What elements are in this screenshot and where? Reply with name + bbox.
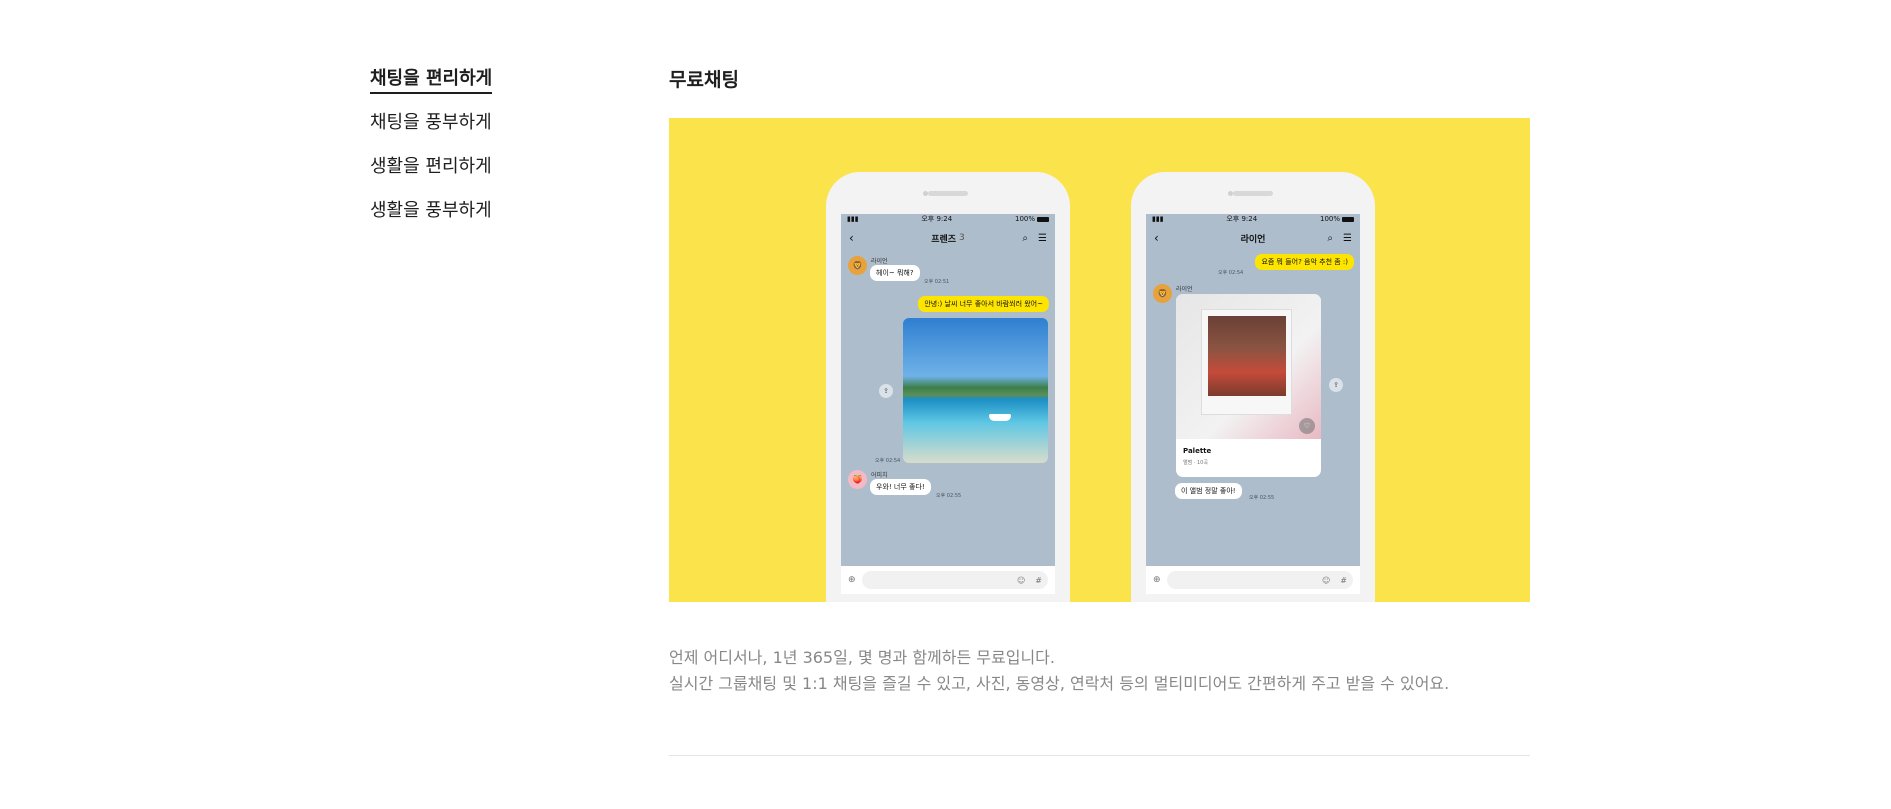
divider <box>669 755 1530 756</box>
header-actions: ⌕ ☰ <box>1022 233 1047 244</box>
phone-mockup-group-chat: ▮▮▮ 오후 9:24 100% ‹ 프렌즈 3 ⌕ ☰ 🦁 라이언 헤이~ 뭐… <box>826 172 1070 602</box>
shared-photo[interactable] <box>903 318 1048 463</box>
chat-input-bar: ⊕ ☺ # <box>841 566 1055 594</box>
sender-name: 라이언 <box>1176 286 1193 293</box>
speaker-grille <box>928 191 968 196</box>
message-bubble[interactable]: 우와! 너무 좋다! <box>870 479 931 495</box>
like-icon[interactable]: ♡ <box>1299 418 1315 434</box>
main-content: 무료채팅 ▮▮▮ 오후 9:24 100% ‹ 프렌즈 3 ⌕ ☰ 🦁 라이언 … <box>669 68 1530 602</box>
description-line: 언제 어디서나, 1년 365일, 몇 명과 함께하든 무료입니다. <box>669 648 1055 667</box>
nav-item-life-rich[interactable]: 생활을 풍부하게 <box>370 200 570 222</box>
section-description: 언제 어디서나, 1년 365일, 몇 명과 함께하든 무료입니다. 실시간 그… <box>669 645 1530 697</box>
status-bar: ▮▮▮ 오후 9:24 100% <box>1146 214 1360 224</box>
back-icon[interactable]: ‹ <box>849 231 854 245</box>
chat-header: ‹ 프렌즈 3 ⌕ ☰ <box>841 228 1055 248</box>
message-time: 오후 02:55 <box>936 493 962 499</box>
speaker-grille <box>1233 191 1273 196</box>
section-title: 무료채팅 <box>669 69 739 91</box>
nav-item-life-convenient[interactable]: 생활을 편리하게 <box>370 156 570 178</box>
emoji-icon[interactable]: ☺ <box>1322 576 1330 585</box>
phone-mockup-private-chat: ▮▮▮ 오후 9:24 100% ‹ 라이언 ⌕ ☰ 요즘 뭐 들어? 음악 추… <box>1131 172 1375 602</box>
share-icon[interactable]: ⇪ <box>879 384 893 398</box>
avatar-apeach[interactable]: 🍑 <box>848 470 867 489</box>
message-time: 오후 02:54 <box>1218 270 1244 276</box>
phone-screen: ▮▮▮ 오후 9:24 100% ‹ 프렌즈 3 ⌕ ☰ 🦁 라이언 헤이~ 뭐… <box>841 214 1055 594</box>
message-bubble-mine[interactable]: 안녕:) 날씨 너무 좋아서 바람쐬러 왔어~ <box>918 296 1049 312</box>
phone-screen: ▮▮▮ 오후 9:24 100% ‹ 라이언 ⌕ ☰ 요즘 뭐 들어? 음악 추… <box>1146 214 1360 594</box>
sender-name: 어피치 <box>871 472 888 479</box>
search-icon[interactable]: ⌕ <box>1327 233 1333 244</box>
album-meta: 앨범 · 10곡 <box>1183 460 1208 466</box>
menu-icon[interactable]: ☰ <box>1343 233 1352 244</box>
battery-icon <box>1342 216 1354 222</box>
page: 채팅을 편리하게 채팅을 풍부하게 생활을 편리하게 생활을 풍부하게 무료채팅… <box>0 0 1891 809</box>
message-bubble[interactable]: 헤이~ 뭐해? <box>870 265 920 281</box>
add-icon[interactable]: ⊕ <box>848 575 856 585</box>
share-icon[interactable]: ⇪ <box>1329 378 1343 392</box>
battery-indicator: 100% <box>1015 215 1049 223</box>
status-bar: ▮▮▮ 오후 9:24 100% <box>841 214 1055 224</box>
nav-item-chat-convenient[interactable]: 채팅을 편리하게 <box>370 68 570 94</box>
menu-icon[interactable]: ☰ <box>1038 233 1047 244</box>
message-input[interactable]: ☺ # <box>861 571 1048 589</box>
member-count: 3 <box>959 233 965 243</box>
battery-indicator: 100% <box>1320 215 1354 223</box>
battery-icon <box>1037 216 1049 222</box>
chat-title: 프렌즈 <box>931 234 957 245</box>
message-input[interactable]: ☺ # <box>1166 571 1353 589</box>
nav-item-chat-rich[interactable]: 채팅을 풍부하게 <box>370 112 570 134</box>
emoji-icon[interactable]: ☺ <box>1017 576 1025 585</box>
boat <box>989 414 1011 421</box>
add-icon[interactable]: ⊕ <box>1153 575 1161 585</box>
status-time: 오후 9:24 <box>1226 215 1258 223</box>
sender-name: 라이언 <box>871 258 888 265</box>
header-actions: ⌕ ☰ <box>1327 233 1352 244</box>
avatar-ryan[interactable]: 🦁 <box>848 256 867 275</box>
hashtag-icon[interactable]: # <box>1035 576 1042 585</box>
status-time: 오후 9:24 <box>921 215 953 223</box>
chat-title: 라이언 <box>1240 234 1266 245</box>
description-line: 실시간 그룹채팅 및 1:1 채팅을 즐길 수 있고, 사진, 동영상, 연락처… <box>669 674 1450 693</box>
message-time: 오후 02:54 <box>875 458 901 464</box>
avatar-ryan[interactable]: 🦁 <box>1153 284 1172 303</box>
back-icon[interactable]: ‹ <box>1154 231 1159 245</box>
hero-image: ▮▮▮ 오후 9:24 100% ‹ 프렌즈 3 ⌕ ☰ 🦁 라이언 헤이~ 뭐… <box>669 118 1530 602</box>
message-time: 오후 02:55 <box>1249 495 1275 501</box>
signal-icon: ▮▮▮ <box>1152 215 1164 223</box>
chat-input-bar: ⊕ ☺ # <box>1146 566 1360 594</box>
side-nav: 채팅을 편리하게 채팅을 풍부하게 생활을 편리하게 생활을 풍부하게 <box>370 68 570 244</box>
chat-header: ‹ 라이언 ⌕ ☰ <box>1146 228 1360 248</box>
album-cover-photo <box>1201 309 1292 415</box>
message-time: 오후 02:51 <box>924 279 950 285</box>
search-icon[interactable]: ⌕ <box>1022 233 1028 244</box>
hashtag-icon[interactable]: # <box>1340 576 1347 585</box>
signal-icon: ▮▮▮ <box>847 215 859 223</box>
album-title: Palette <box>1183 447 1212 455</box>
music-album-card[interactable]: ♡ Palette 앨범 · 10곡 <box>1176 294 1321 477</box>
message-bubble[interactable]: 이 앨범 정말 좋아! <box>1175 483 1242 499</box>
album-art: ♡ <box>1176 294 1321 439</box>
message-bubble-mine[interactable]: 요즘 뭐 들어? 음악 추천 좀 :) <box>1255 254 1354 270</box>
